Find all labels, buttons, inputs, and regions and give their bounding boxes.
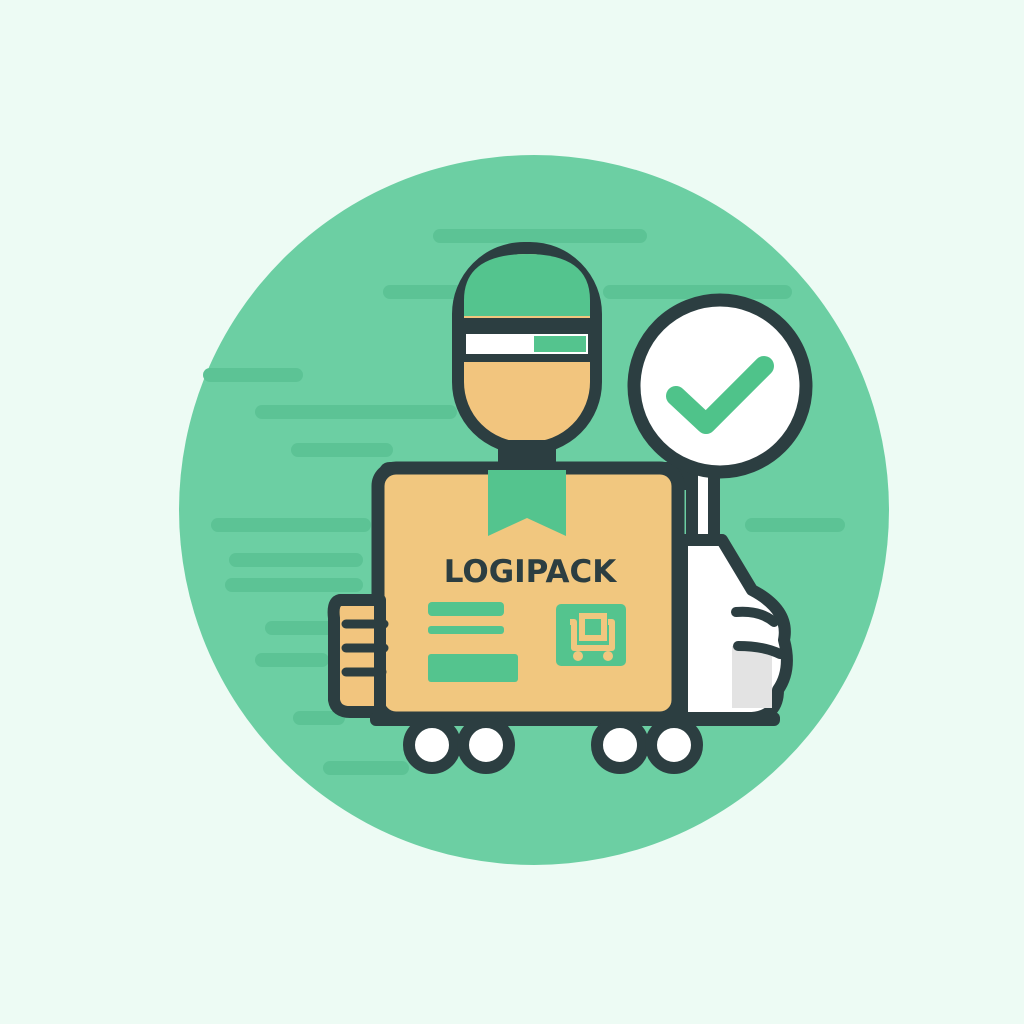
checkmark-badge-icon xyxy=(627,293,813,479)
label-line xyxy=(428,602,504,616)
left-hand xyxy=(327,594,389,718)
hand-shadow xyxy=(732,646,772,708)
cart-icon xyxy=(556,604,626,666)
brand-name: LOGIPACK xyxy=(444,554,618,590)
delivery-illustration: LOGIPACK xyxy=(179,155,889,865)
cap-band-accent xyxy=(534,336,586,352)
label-block xyxy=(428,654,518,682)
label-line xyxy=(428,626,504,634)
delivery-logo-scene: LOGIPACK xyxy=(0,0,1024,1024)
